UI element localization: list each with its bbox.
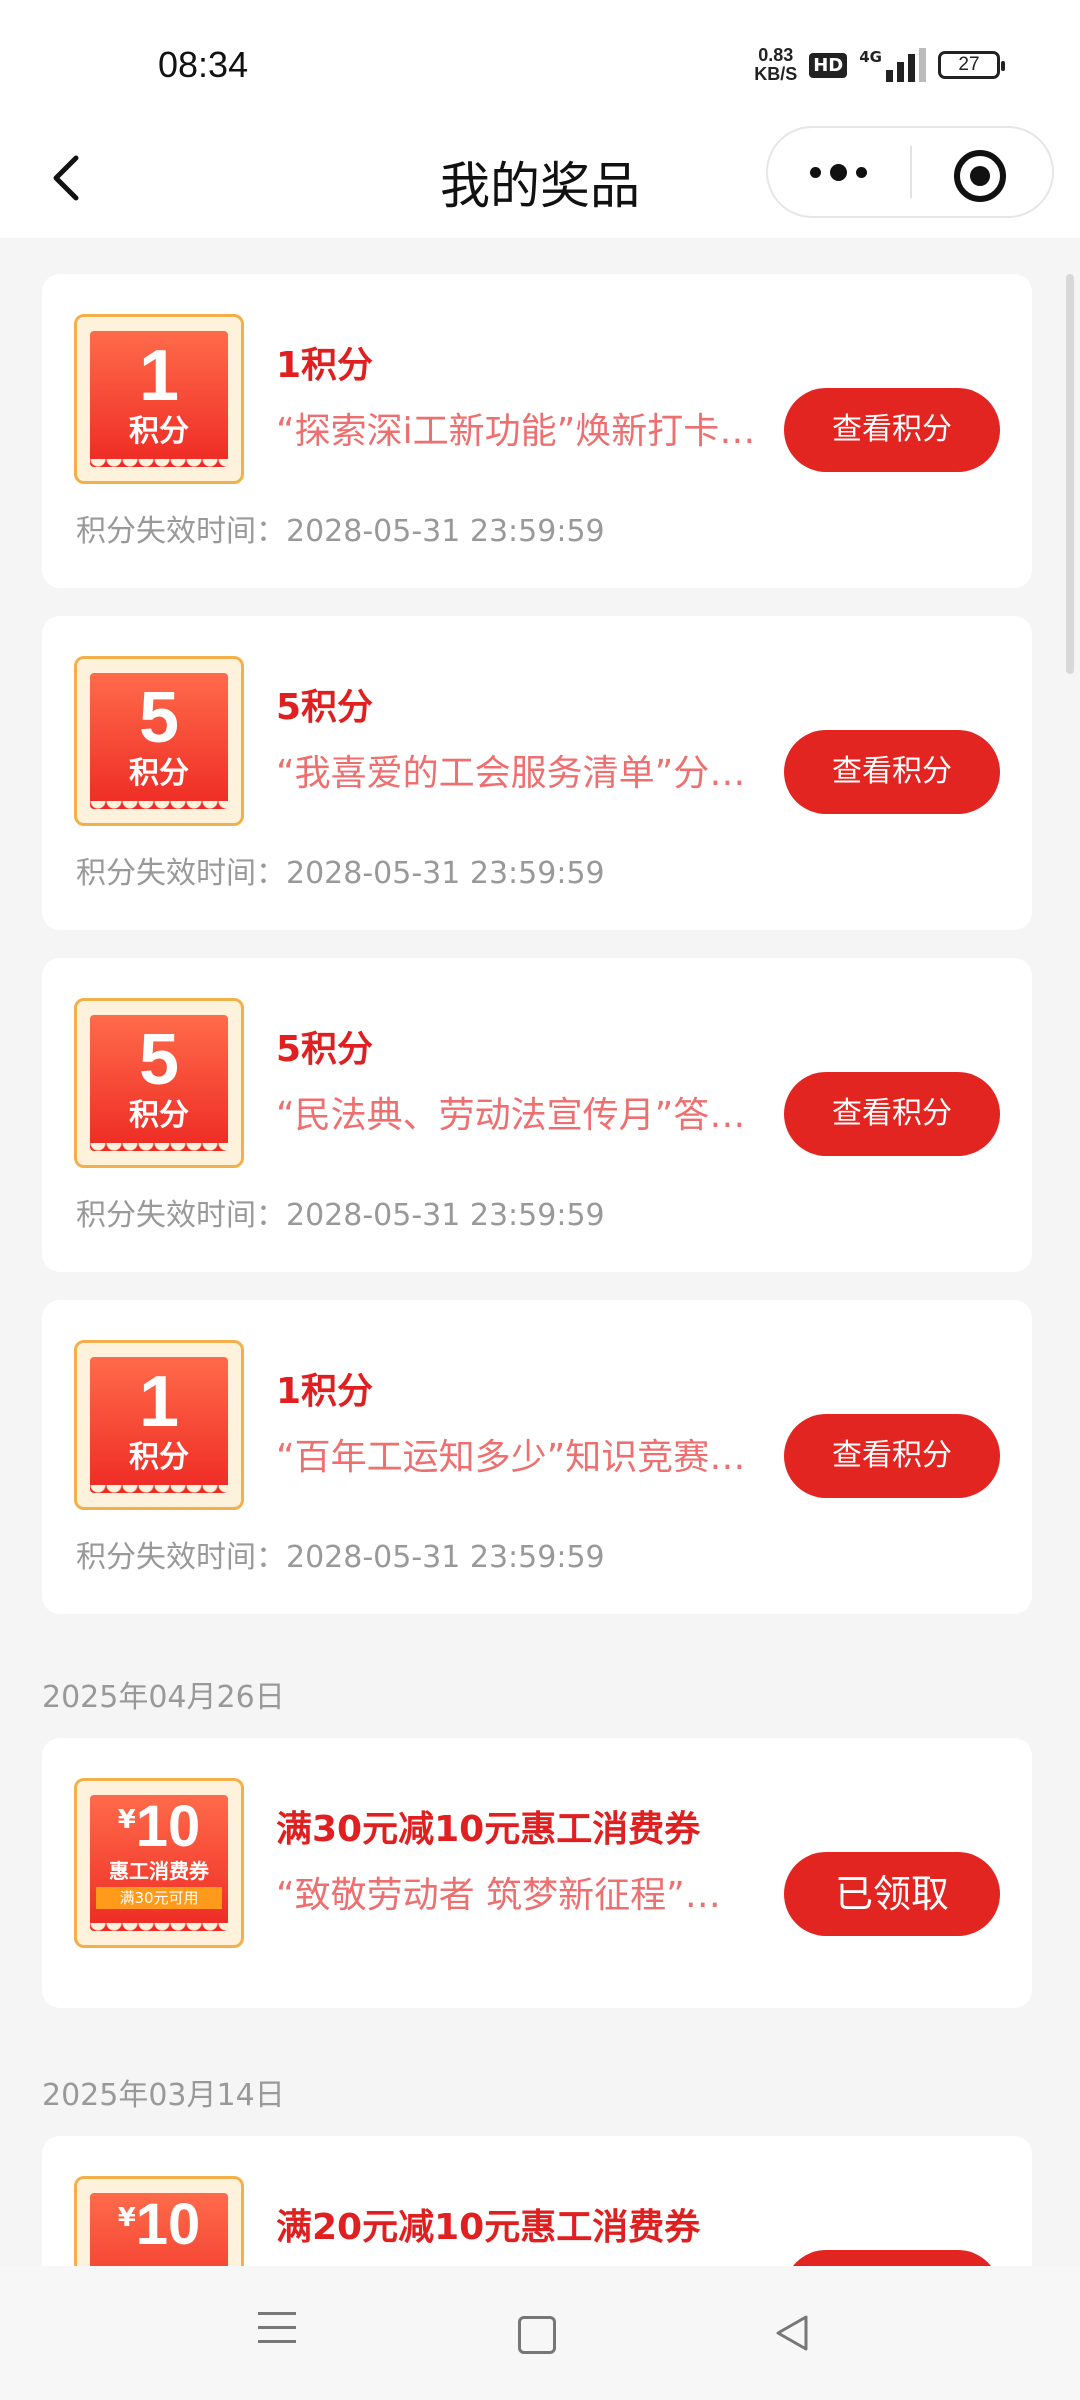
group-date: 2025年03月14日 [42, 2078, 285, 2113]
close-mini-program-icon[interactable] [954, 150, 1006, 202]
view-points-button[interactable]: 查看积分 [784, 1072, 1000, 1156]
prize-card: 1 积分 1积分 “探索深i工新功能”焕新打卡赢积分 积分失效时间：2028-0… [42, 274, 1032, 588]
prize-title: 1积分 [276, 345, 374, 386]
coupon-badge: ¥10 [74, 2176, 244, 2266]
signal-icon: 4G [859, 48, 926, 82]
prize-title: 1积分 [276, 1371, 374, 1412]
triangle-back-icon [776, 2315, 808, 2351]
status-time: 08:34 [158, 44, 249, 85]
points-badge: 5 积分 [74, 656, 244, 826]
group-date: 2025年04月26日 [42, 1680, 285, 1715]
battery-icon: 27 [938, 51, 1005, 79]
nav-bar: 我的奖品 [0, 120, 1080, 238]
prize-list[interactable]: 1 积分 1积分 “探索深i工新功能”焕新打卡赢积分 积分失效时间：2028-0… [0, 238, 1080, 2266]
more-button[interactable] [768, 128, 908, 216]
prize-title: 5积分 [276, 687, 374, 728]
prize-card: 5 积分 5积分 “我喜爱的工会服务清单”分享活动 积分失效时间：2028-05… [42, 616, 1032, 930]
coupon-card: ¥10 满20元减10元惠工消费券 [42, 2136, 1032, 2266]
prize-desc: “百年工运知多少”知识竞赛活动 [276, 1437, 772, 1478]
status-icons: 0.83 KB/S HD 4G 27 [754, 45, 1005, 84]
points-badge: 1 积分 [74, 1340, 244, 1510]
prize-desc: “民法典、劳动法宣传月”答题活动 [276, 1095, 772, 1136]
mini-program-capsule [766, 126, 1054, 218]
prize-card: 5 积分 5积分 “民法典、劳动法宣传月”答题活动 积分失效时间：2028-05… [42, 958, 1032, 1272]
claimed-button[interactable]: 已领取 [784, 1852, 1000, 1936]
recent-apps-button[interactable] [258, 2312, 296, 2354]
coupon-button[interactable] [784, 2250, 1000, 2266]
view-points-button[interactable]: 查看积分 [784, 1414, 1000, 1498]
network-speed: 0.83 KB/S [754, 45, 798, 84]
coupon-card: ¥10 惠工消费券 满30元可用 满30元减10元惠工消费券 “致敬劳动者 筑梦… [42, 1738, 1032, 2008]
expire-time: 积分失效时间：2028-05-31 23:59:59 [76, 1198, 605, 1233]
expire-time: 积分失效时间：2028-05-31 23:59:59 [76, 514, 605, 549]
hd-icon: HD [809, 52, 848, 78]
expire-time: 积分失效时间：2028-05-31 23:59:59 [76, 1540, 605, 1575]
scrollbar[interactable] [1066, 274, 1074, 674]
home-button[interactable] [518, 2316, 556, 2354]
view-points-button[interactable]: 查看积分 [784, 388, 1000, 472]
prize-title: 5积分 [276, 1029, 374, 1070]
points-badge: 1 积分 [74, 314, 244, 484]
coupon-title: 满20元减10元惠工消费券 [276, 2207, 701, 2248]
more-icon [809, 166, 821, 178]
back-nav-button[interactable] [772, 2312, 812, 2354]
coupon-badge: ¥10 惠工消费券 满30元可用 [74, 1778, 244, 1948]
prize-desc: “探索深i工新功能”焕新打卡赢积分 [276, 411, 772, 452]
prize-desc: “我喜爱的工会服务清单”分享活动 [276, 753, 772, 794]
view-points-button[interactable]: 查看积分 [784, 730, 1000, 814]
coupon-desc: “致敬劳动者 筑梦新征程”活动 [276, 1875, 746, 1916]
prize-card: 1 积分 1积分 “百年工运知多少”知识竞赛活动 积分失效时间：2028-05-… [42, 1300, 1032, 1614]
coupon-title: 满30元减10元惠工消费券 [276, 1809, 701, 1850]
system-nav-bar [0, 2266, 1080, 2400]
status-bar: 08:34 0.83 KB/S HD 4G 27 [0, 0, 1080, 120]
expire-time: 积分失效时间：2028-05-31 23:59:59 [76, 856, 605, 891]
points-badge: 5 积分 [74, 998, 244, 1168]
